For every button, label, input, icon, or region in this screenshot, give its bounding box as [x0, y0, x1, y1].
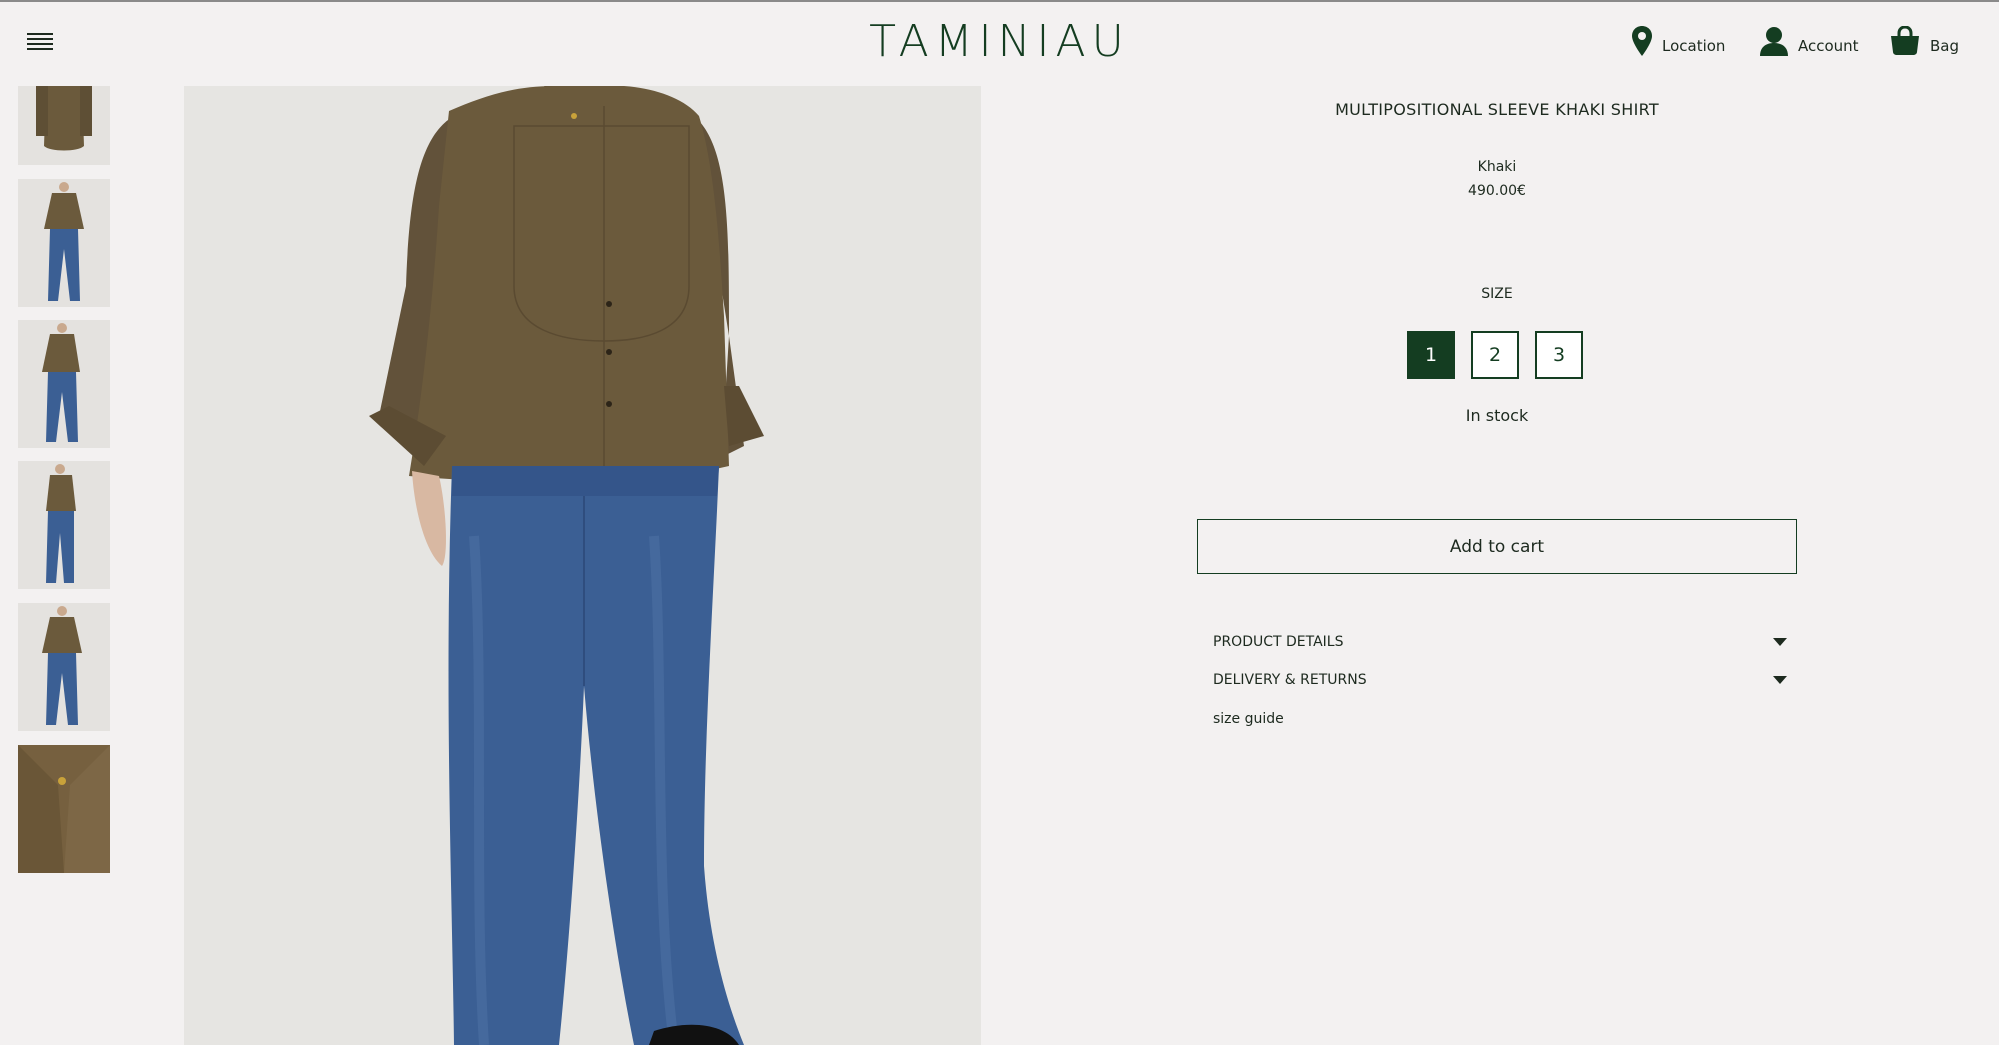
thumbnail-4[interactable]	[18, 461, 110, 589]
nav-account-label: Account	[1798, 37, 1859, 55]
size-label: SIZE	[1481, 286, 1513, 302]
account-icon	[1760, 27, 1788, 56]
nav-bag-label: Bag	[1930, 37, 1960, 55]
stock-status: In stock	[1465, 406, 1529, 425]
nav-location[interactable]: Location	[1632, 26, 1725, 56]
accordion-delivery-returns-label: DELIVERY & RETURNS	[1213, 672, 1367, 688]
bag-icon	[1891, 26, 1919, 55]
accordion-product-details[interactable]: PRODUCT DETAILS	[1213, 634, 1793, 650]
nav-bag[interactable]: Bag	[1890, 26, 1959, 56]
size-selector: 1 2 3	[1407, 331, 1583, 379]
product-color: Khaki	[1477, 159, 1517, 175]
chevron-down-icon	[1773, 638, 1787, 646]
product-title: MULTIPOSITIONAL SLEEVE KHAKI SHIRT	[1335, 100, 1659, 119]
accordion-product-details-label: PRODUCT DETAILS	[1213, 634, 1344, 650]
top-border	[0, 0, 1999, 2]
chevron-down-icon	[1773, 676, 1787, 684]
size-option-3[interactable]: 3	[1535, 331, 1583, 379]
size-option-1[interactable]: 1	[1407, 331, 1455, 379]
thumbnail-5[interactable]	[18, 603, 110, 731]
thumbnail-3[interactable]	[18, 320, 110, 448]
thumbnail-1[interactable]	[18, 86, 110, 165]
thumbnail-6[interactable]	[18, 745, 110, 873]
product-price: 490.00€	[1468, 183, 1526, 199]
main-product-image[interactable]	[184, 86, 981, 1045]
thumbnail-2[interactable]	[18, 179, 110, 307]
size-option-2[interactable]: 2	[1471, 331, 1519, 379]
accordion-delivery-returns[interactable]: DELIVERY & RETURNS	[1213, 672, 1793, 688]
size-guide-link[interactable]: size guide	[1213, 711, 1284, 727]
add-to-cart-button[interactable]: Add to cart	[1197, 519, 1797, 574]
nav-location-label: Location	[1662, 37, 1726, 55]
location-pin-icon	[1632, 26, 1652, 56]
nav-account[interactable]: Account	[1760, 26, 1859, 56]
